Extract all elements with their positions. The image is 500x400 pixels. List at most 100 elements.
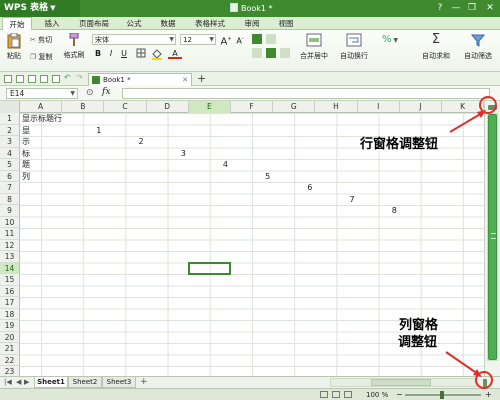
cell-a5[interactable]: 题 (22, 159, 30, 170)
zoom-search-icon[interactable]: ⊙ (86, 88, 94, 98)
row-header-15[interactable]: 15 (0, 274, 20, 286)
selected-cell-outline[interactable] (187, 261, 231, 275)
formula-input[interactable] (122, 88, 490, 99)
column-header-h[interactable]: H (315, 101, 358, 113)
percent-format-button[interactable]: % ▼ (382, 34, 398, 45)
function-icon[interactable]: fx (102, 87, 110, 97)
row-header-13[interactable]: 13 (0, 251, 20, 263)
italic-button[interactable]: I (106, 48, 116, 60)
row-header-3[interactable]: 3 (0, 136, 20, 148)
row-header-22[interactable]: 22 (0, 354, 20, 366)
cell-a1[interactable]: 显示标题行 (22, 113, 62, 124)
close-icon[interactable]: ✕ (182, 74, 188, 86)
decrease-font-icon[interactable]: A- (234, 33, 246, 46)
tab-insert[interactable]: 插入 (38, 17, 66, 30)
borders-icon[interactable] (134, 48, 148, 60)
tab-data[interactable]: 数据 (154, 17, 182, 30)
cell-a6[interactable]: 列 (22, 171, 30, 182)
column-header-k[interactable]: K (442, 101, 484, 113)
tab-review[interactable]: 审阅 (238, 17, 266, 30)
cell-a3[interactable]: 示 (22, 136, 30, 147)
underline-button[interactable]: U (119, 48, 129, 60)
zoom-out-button[interactable]: − (396, 389, 403, 400)
align-top-icon[interactable] (252, 34, 262, 44)
restore-icon[interactable]: ❐ (464, 1, 480, 15)
cell-i9[interactable]: 8 (358, 205, 397, 216)
column-header-b[interactable]: B (62, 101, 105, 113)
open-file-icon[interactable] (16, 75, 24, 83)
page-layout-view-icon[interactable] (332, 391, 340, 398)
merge-center-button[interactable]: 合并居中 (296, 33, 332, 61)
column-header-i[interactable]: I (358, 101, 400, 113)
minimize-icon[interactable]: — (448, 1, 464, 15)
tab-view[interactable]: 视图 (272, 17, 300, 30)
column-header-e[interactable]: E (188, 101, 231, 113)
fill-color-icon[interactable] (150, 48, 164, 60)
tab-page-layout[interactable]: 页面布局 (72, 17, 116, 30)
row-header-18[interactable]: 18 (0, 308, 20, 320)
row-header-16[interactable]: 16 (0, 285, 20, 297)
close-icon[interactable]: ✕ (482, 1, 498, 15)
align-middle-icon[interactable] (266, 34, 276, 44)
column-header-a[interactable]: A (20, 101, 63, 113)
cell-a4[interactable]: 标 (22, 148, 30, 159)
align-left-icon[interactable] (252, 48, 262, 58)
cut-button[interactable]: ✂ 剪切 (30, 35, 52, 45)
page-break-view-icon[interactable] (344, 391, 352, 398)
select-all-corner[interactable] (0, 101, 20, 113)
cell-b2[interactable]: 1 (62, 125, 101, 136)
row-header-20[interactable]: 20 (0, 331, 20, 343)
cell-h8[interactable]: 7 (315, 194, 354, 205)
new-tab-button[interactable]: + (197, 72, 206, 86)
row-header-9[interactable]: 9 (0, 205, 20, 217)
horizontal-scrollbar[interactable] (330, 378, 477, 387)
redo-icon[interactable]: ↷ (76, 73, 83, 82)
sheet-tab-sheet1[interactable]: Sheet1 (34, 377, 68, 388)
document-tab[interactable]: Book1 * ✕ (88, 73, 192, 86)
cell-d4[interactable]: 3 (147, 148, 186, 159)
row-header-2[interactable]: 2 (0, 124, 20, 136)
cell-c3[interactable]: 2 (104, 136, 143, 147)
cell-a2[interactable]: 显 (22, 125, 30, 136)
paste-button[interactable]: 粘贴 (4, 33, 24, 61)
row-header-8[interactable]: 8 (0, 193, 20, 205)
app-menu-button[interactable]: WPS 表格 ▼ (0, 0, 80, 17)
sheet-tab-sheet3[interactable]: Sheet3 (102, 377, 136, 388)
print-preview-icon[interactable] (52, 75, 60, 83)
cell-f6[interactable]: 5 (231, 171, 270, 182)
row-header-10[interactable]: 10 (0, 216, 20, 228)
next-sheet-icon[interactable]: ▶ (24, 378, 29, 386)
column-header-f[interactable]: F (231, 101, 274, 113)
increase-font-icon[interactable]: A+ (220, 33, 232, 47)
align-center-icon[interactable] (266, 48, 276, 58)
font-color-button[interactable]: A (168, 48, 182, 60)
copy-button[interactable]: ❐ 复制 (30, 52, 53, 62)
cell-g7[interactable]: 6 (273, 182, 312, 193)
autosum-button[interactable]: Σ 自动求和 (418, 33, 454, 61)
font-size-select[interactable]: 12 ▼ (180, 34, 216, 45)
column-header-g[interactable]: G (273, 101, 316, 113)
help-icon[interactable]: ? (432, 1, 448, 15)
tab-home[interactable]: 开始 (2, 17, 32, 30)
row-header-17[interactable]: 17 (0, 297, 20, 309)
add-sheet-button[interactable]: + (140, 377, 148, 387)
cell-e5[interactable]: 4 (189, 159, 228, 170)
undo-icon[interactable]: ↶ (64, 73, 71, 82)
vertical-scrollbar[interactable] (484, 101, 500, 376)
tab-formulas[interactable]: 公式 (120, 17, 148, 30)
row-header-4[interactable]: 4 (0, 147, 20, 159)
tab-table-style[interactable]: 表格样式 (188, 17, 232, 30)
align-right-icon[interactable] (280, 48, 290, 58)
row-header-23[interactable]: 23 (0, 366, 20, 376)
horizontal-scroll-thumb[interactable] (371, 379, 431, 386)
column-header-j[interactable]: J (400, 101, 442, 113)
autofilter-button[interactable]: 自动筛选 (458, 33, 498, 61)
row-header-19[interactable]: 19 (0, 320, 20, 332)
row-header-14[interactable]: 14 (0, 262, 20, 274)
wrap-text-button[interactable]: 自动换行 (336, 33, 372, 61)
bold-button[interactable]: B (93, 48, 103, 60)
print-icon[interactable] (40, 75, 48, 83)
column-header-d[interactable]: D (147, 101, 189, 113)
column-header-c[interactable]: C (104, 101, 147, 113)
row-header-6[interactable]: 6 (0, 170, 20, 182)
